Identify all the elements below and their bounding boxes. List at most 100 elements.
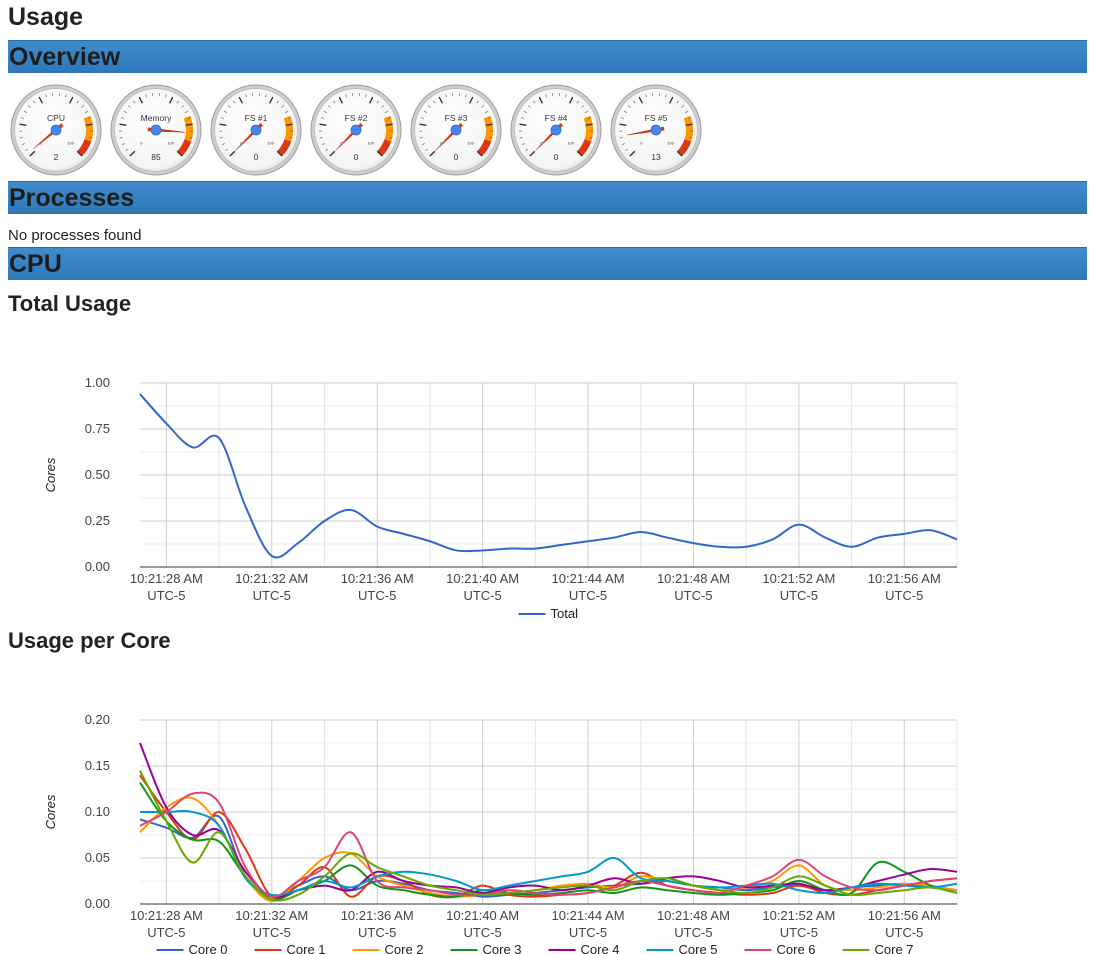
gauge-hub	[50, 124, 62, 136]
y-tick-label: 0.10	[85, 804, 110, 819]
legend-label-core-7: Core 7	[875, 942, 914, 954]
x-tick-sublabel: UTC-5	[147, 925, 185, 940]
y-tick-label: 0.00	[85, 559, 110, 574]
gauge-value: 0	[354, 152, 359, 162]
gauge-value: 0	[254, 152, 259, 162]
legend-label-core-0: Core 0	[189, 942, 228, 954]
x-tick-label: 10:21:52 AM	[762, 571, 835, 586]
usage-per-core-chart: 0.00 0.05 0.10 0.15 0.20 10:21:28 AM UTC-5 10:2…	[43, 712, 958, 954]
y-tick-label: 0.25	[85, 513, 110, 528]
legend-label-core-5: Core 5	[679, 942, 718, 954]
usage-per-core-heading: Usage per Core	[8, 628, 171, 653]
legend-label-core-1: Core 1	[287, 942, 326, 954]
gauge-max-label: 100	[667, 141, 674, 146]
total-usage-heading: Total Usage	[8, 291, 132, 316]
gauge-hub	[650, 124, 662, 136]
gauge-fs-4: 0 100 FS #4 0	[510, 84, 602, 176]
gauge-label: FS #1	[245, 113, 268, 123]
x-tick-label: 10:21:40 AM	[446, 908, 519, 923]
x-tick-sublabel: UTC-5	[885, 925, 923, 940]
gauge-memory: 0 100 Memory 85	[110, 84, 202, 176]
gauge-fs-3: 0 100 FS #3 0	[410, 84, 502, 176]
processes-empty-message: No processes found	[8, 227, 142, 244]
x-tick-label: 10:21:40 AM	[446, 571, 519, 586]
gauge-label: Memory	[141, 113, 172, 123]
x-tick-label: 10:21:52 AM	[762, 908, 835, 923]
legend-label-core-6: Core 6	[777, 942, 816, 954]
y-tick-label: 1.00	[85, 375, 110, 390]
x-tick-label: 10:21:44 AM	[552, 908, 625, 923]
gauge-value: 0	[554, 152, 559, 162]
gauge-dial: 0 100FS #40	[510, 84, 602, 176]
legend-label-core-3: Core 3	[483, 942, 522, 954]
gauge-max-label: 100	[567, 141, 574, 146]
gauge-max-label: 100	[267, 141, 274, 146]
gauge-fs-2: 0 100 FS #2 0	[310, 84, 402, 176]
x-tick-sublabel: UTC-5	[358, 588, 396, 603]
x-tick-sublabel: UTC-5	[780, 925, 818, 940]
gauge-max-label: 100	[467, 141, 474, 146]
gauge-label: FS #5	[645, 113, 668, 123]
page-title: Usage	[8, 3, 84, 31]
x-tick-sublabel: UTC-5	[674, 925, 712, 940]
x-tick-sublabel: UTC-5	[253, 588, 291, 603]
y-axis-label: Cores	[43, 457, 58, 492]
gauge-max-label: 100	[367, 141, 374, 146]
gauge-label: FS #4	[545, 113, 568, 123]
y-tick-label: 0.75	[85, 421, 110, 436]
gauge-hub	[250, 124, 262, 136]
gauge-dial: 0 100Memory85	[110, 84, 202, 176]
x-tick-sublabel: UTC-5	[463, 925, 501, 940]
gauge-dial: 0 100CPU2	[10, 84, 102, 176]
legend-label-total: Total	[551, 606, 579, 621]
x-tick-label: 10:21:44 AM	[552, 571, 625, 586]
x-tick-sublabel: UTC-5	[463, 588, 501, 603]
x-tick-label: 10:21:48 AM	[657, 571, 730, 586]
x-tick-sublabel: UTC-5	[147, 588, 185, 603]
legend-label-core-2: Core 2	[385, 942, 424, 954]
y-tick-label: 0.05	[85, 850, 110, 865]
gauge-value: 85	[151, 152, 161, 162]
x-tick-label: 10:21:28 AM	[130, 571, 203, 586]
gauge-label: FS #3	[445, 113, 468, 123]
x-tick-label: 10:21:56 AM	[868, 908, 941, 923]
gauge-max-label: 100	[167, 141, 174, 146]
gauge-label: CPU	[47, 113, 65, 123]
gauge-dial: 0 100FS #513	[610, 84, 702, 176]
gauge-value: 0	[454, 152, 459, 162]
gauge-dial: 0 100FS #10	[210, 84, 302, 176]
gauge-hub	[150, 124, 162, 136]
y-tick-label: 0.20	[85, 712, 110, 727]
series-line-total	[139, 393, 958, 559]
x-tick-sublabel: UTC-5	[569, 588, 607, 603]
gauge-fs-5: 0 100 FS #5 13	[610, 84, 702, 176]
gauge-dial: 0 100FS #30	[410, 84, 502, 176]
gauge-hub	[450, 124, 462, 136]
gauge-cpu: 0 100 CPU 2	[10, 84, 102, 176]
gauge-dial: 0 100FS #20	[310, 84, 402, 176]
x-tick-label: 10:21:32 AM	[235, 908, 308, 923]
total-usage-chart: 0.00 0.25 0.50 0.75 1.00 10:21:28 AM UTC-5 10:2…	[43, 375, 958, 621]
x-tick-sublabel: UTC-5	[780, 588, 818, 603]
section-header-processes: Processes	[8, 181, 1087, 214]
x-tick-label: 10:21:32 AM	[235, 571, 308, 586]
section-header-overview: Overview	[8, 40, 1087, 73]
gauge-label: FS #2	[345, 113, 368, 123]
x-tick-label: 10:21:36 AM	[341, 908, 414, 923]
y-axis-label: Cores	[43, 794, 58, 829]
gauge-max-label: 100	[67, 141, 74, 146]
y-tick-label: 0.15	[85, 758, 110, 773]
x-tick-sublabel: UTC-5	[885, 588, 923, 603]
gauge-value: 13	[651, 152, 661, 162]
section-header-cpu: CPU	[8, 247, 1087, 280]
y-tick-label: 0.00	[85, 896, 110, 911]
series-line-core-2	[139, 796, 958, 903]
x-tick-label: 10:21:36 AM	[341, 571, 414, 586]
x-tick-label: 10:21:48 AM	[657, 908, 730, 923]
gauge-fs-1: 0 100 FS #1 0	[210, 84, 302, 176]
x-tick-sublabel: UTC-5	[569, 925, 607, 940]
x-tick-sublabel: UTC-5	[358, 925, 396, 940]
series-line-core-1	[139, 774, 958, 900]
gauge-value: 2	[54, 152, 59, 162]
legend-label-core-4: Core 4	[581, 942, 620, 954]
